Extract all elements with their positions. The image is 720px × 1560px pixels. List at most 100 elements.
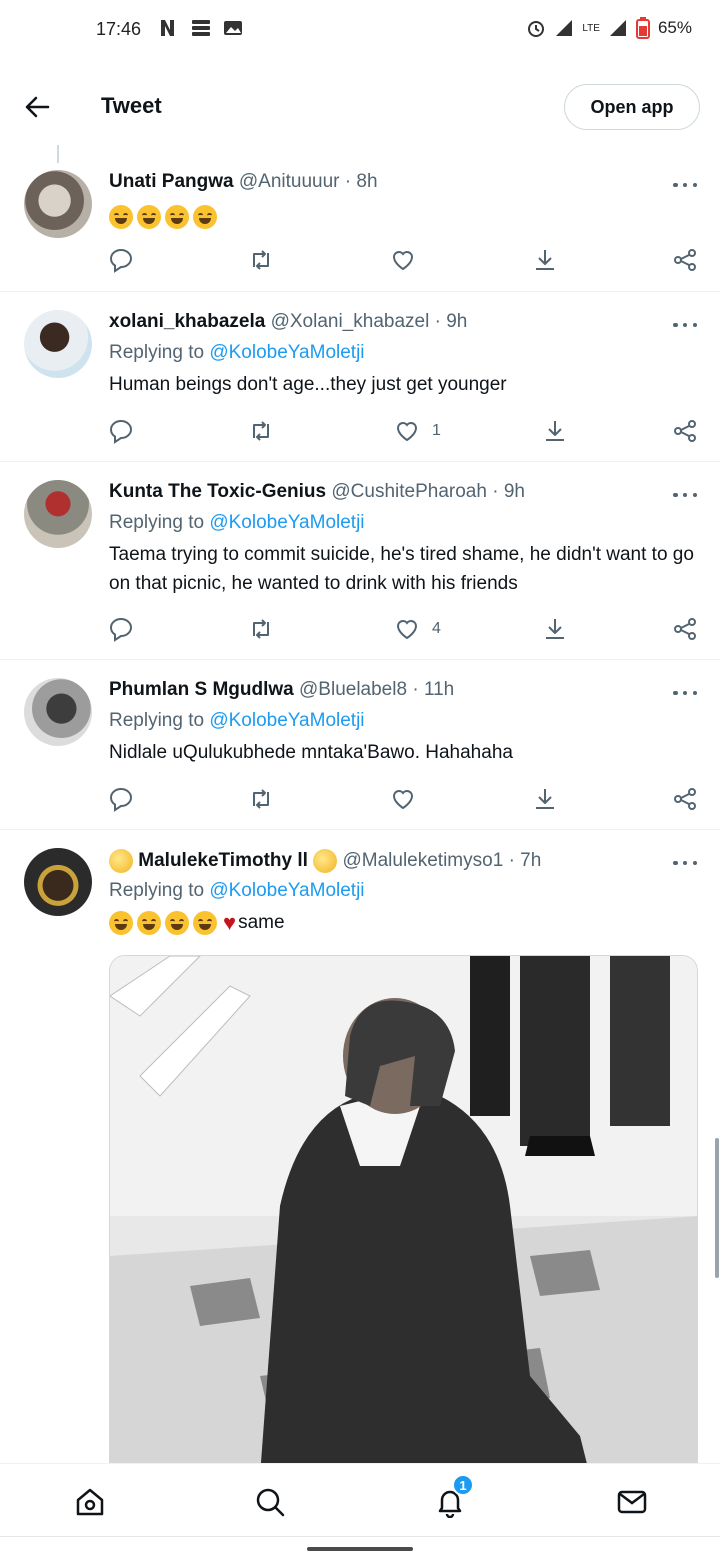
tweet-time[interactable]: 9h: [504, 481, 525, 502]
author-name[interactable]: Kunta The Toxic-Genius: [109, 481, 326, 502]
tweet[interactable]: Unati Pangwa @Anituuuur · 8h: [0, 150, 720, 292]
heart-icon: [392, 790, 414, 810]
tweet-header: Kunta The Toxic-Genius @CushitePharoah ·…: [109, 481, 525, 503]
author-handle[interactable]: @Anituuuur: [239, 171, 340, 192]
more-options-button[interactable]: [673, 490, 697, 500]
bottom-nav: 1: [0, 1463, 720, 1537]
status-notification-icons: [158, 18, 244, 38]
tweet-header: Phumlan S Mgudlwa @Bluelabel8 · 11h: [109, 679, 454, 701]
nav-messages[interactable]: [612, 1482, 652, 1522]
share-button[interactable]: [672, 417, 698, 445]
tweet-header: xolani_khabazela @Xolani_khabazel · 9h: [109, 311, 467, 333]
retweet-icon: [253, 421, 269, 441]
tweet-header: MalulekeTimothy ll @Maluleketimyso1 · 7h: [109, 849, 541, 873]
download-icon: [536, 789, 554, 809]
more-options-button[interactable]: [673, 858, 697, 868]
rofl-emoji-icon: [109, 204, 133, 229]
replying-to: Replying to @KolobeYaMoletji: [109, 710, 365, 731]
joy-emoji-icon: [137, 910, 161, 935]
retweet-button[interactable]: [248, 785, 274, 813]
like-button[interactable]: 1: [394, 417, 441, 445]
reply-icon: [109, 787, 133, 812]
like-button[interactable]: [390, 785, 428, 813]
tweet[interactable]: Phumlan S Mgudlwa @Bluelabel8 · 11h Repl…: [0, 660, 720, 830]
retweet-button[interactable]: [248, 246, 274, 274]
share-button[interactable]: [672, 785, 698, 813]
author-handle[interactable]: @Bluelabel8: [299, 679, 407, 700]
author-name[interactable]: MalulekeTimothy ll: [138, 850, 308, 871]
author-name[interactable]: Unati Pangwa: [109, 171, 234, 192]
reply-icon: [109, 617, 133, 642]
share-button[interactable]: [672, 615, 698, 643]
scrollbar[interactable]: [715, 1138, 719, 1278]
mention-link[interactable]: @KolobeYaMoletji: [209, 512, 364, 533]
tweet-time[interactable]: 9h: [446, 311, 467, 332]
arrow-left-icon: [25, 96, 50, 118]
retweet-button[interactable]: [248, 615, 274, 643]
tweet-photo[interactable]: [109, 955, 698, 1475]
more-options-button[interactable]: [673, 320, 697, 330]
mention-link[interactable]: @KolobeYaMoletji: [209, 710, 364, 731]
more-options-button[interactable]: [673, 688, 697, 698]
download-button[interactable]: [542, 417, 568, 445]
like-button[interactable]: 4: [394, 615, 441, 643]
like-button[interactable]: [390, 246, 428, 274]
tweet[interactable]: Kunta The Toxic-Genius @CushitePharoah ·…: [0, 462, 720, 660]
red-heart-emoji-icon: ♥: [223, 910, 237, 936]
retweet-icon: [253, 789, 269, 809]
avatar[interactable]: [24, 480, 92, 548]
reply-button[interactable]: [108, 615, 134, 643]
mention-link[interactable]: @KolobeYaMoletji: [209, 880, 364, 901]
status-bar: 17:46 LTE 65%: [0, 0, 720, 60]
joy-emoji-icon: [165, 910, 189, 935]
author-name[interactable]: Phumlan S Mgudlwa: [109, 679, 294, 700]
share-icon: [674, 788, 696, 810]
tweet[interactable]: xolani_khabazela @Xolani_khabazel · 9h R…: [0, 292, 720, 462]
heart-icon: [392, 251, 414, 271]
photo-kneeling-man: [110, 956, 697, 1474]
battery-level: 65%: [657, 18, 692, 37]
author-handle[interactable]: @CushitePharoah: [331, 481, 487, 502]
tweet-text: Nidlale uQulukubhede mntaka'Bawo. Hahaha…: [109, 742, 513, 763]
tweet-time[interactable]: 7h: [520, 850, 541, 871]
like-count: 4: [432, 620, 441, 637]
download-button[interactable]: [542, 615, 568, 643]
tweet-actions: [108, 246, 700, 274]
dot-separator: ·: [412, 679, 419, 700]
nav-home[interactable]: [70, 1482, 110, 1522]
open-app-button[interactable]: Open app: [564, 84, 700, 130]
hug-emoji-icon: [193, 910, 217, 935]
avatar[interactable]: [24, 170, 92, 238]
reply-button[interactable]: [108, 785, 134, 813]
more-options-button[interactable]: [673, 180, 697, 190]
mention-link[interactable]: @KolobeYaMoletji: [209, 342, 364, 363]
rofl-emoji-icon: [137, 204, 161, 229]
retweet-icon: [253, 619, 269, 639]
alarm-icon: [528, 21, 545, 37]
network-type: LTE: [582, 22, 600, 34]
download-button[interactable]: [532, 246, 558, 274]
nav-separator: [0, 1536, 720, 1537]
retweet-button[interactable]: [248, 417, 274, 445]
share-button[interactable]: [672, 246, 698, 274]
reply-button[interactable]: [108, 246, 134, 274]
tweet-time[interactable]: 8h: [356, 171, 377, 192]
avatar[interactable]: [24, 848, 92, 916]
avatar[interactable]: [24, 678, 92, 746]
tweet-text: Taema trying to commit suicide, he's tir…: [109, 544, 694, 594]
download-button[interactable]: [532, 785, 558, 813]
status-system-icons: LTE 65%: [526, 17, 692, 39]
avatar[interactable]: [24, 310, 92, 378]
author-handle[interactable]: @Maluleketimyso1: [342, 850, 503, 871]
nav-search[interactable]: [250, 1482, 290, 1522]
replying-to: Replying to @KolobeYaMoletji: [109, 342, 365, 363]
back-button[interactable]: [20, 92, 54, 122]
tweet-content: ♥ same: [109, 908, 699, 937]
author-name[interactable]: xolani_khabazela: [109, 311, 265, 332]
top-bar: Tweet Open app: [0, 60, 720, 150]
home-indicator[interactable]: [307, 1547, 413, 1551]
tweet-time[interactable]: 11h: [424, 679, 454, 700]
battery-icon: [635, 17, 650, 39]
author-handle[interactable]: @Xolani_khabazel: [271, 311, 430, 332]
reply-button[interactable]: [108, 417, 134, 445]
